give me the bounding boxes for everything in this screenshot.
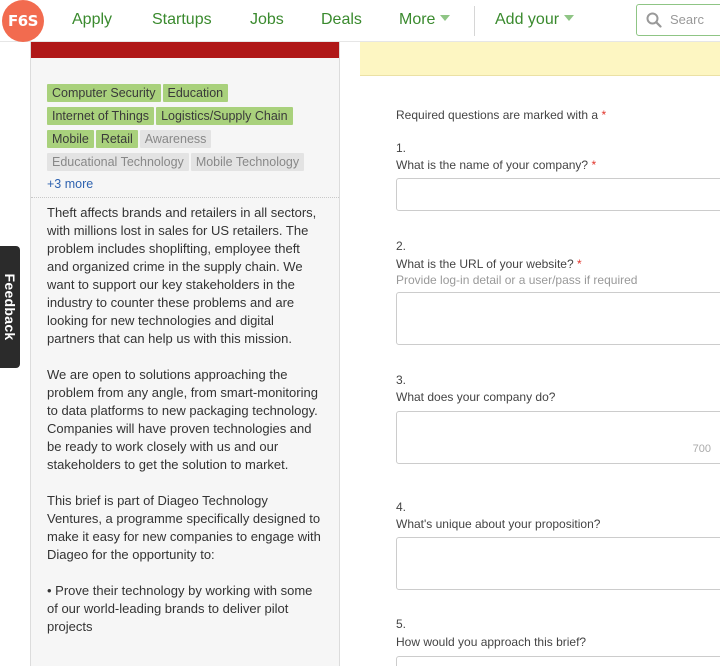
website-url-input[interactable] (396, 292, 720, 345)
question-number: 5. (396, 617, 407, 631)
tag[interactable]: Computer Security (47, 84, 161, 102)
unique-proposition-textarea[interactable] (396, 537, 720, 590)
question-number: 2. (396, 239, 407, 253)
brief-approach-textarea[interactable] (396, 656, 720, 666)
question-label: What is the name of your company? * (396, 158, 596, 172)
tag[interactable]: Logistics/Supply Chain (156, 107, 293, 125)
nav-divider (474, 6, 475, 36)
question-number: 1. (396, 141, 407, 155)
required-star: * (591, 158, 597, 172)
question-label-text: What is the name of your company? (396, 158, 589, 172)
brief-paragraph: This brief is part of Diageo Technology … (47, 493, 321, 562)
brief-header-bar (31, 42, 339, 58)
question-label: How would you approach this brief? (396, 635, 587, 649)
nav-add-your-label: Add your (495, 11, 560, 28)
search-input[interactable]: Searc (636, 4, 720, 36)
nav-more[interactable]: More (399, 11, 451, 29)
more-tags-link[interactable]: +3 more (47, 177, 325, 191)
tag[interactable]: Awareness (139, 130, 212, 148)
brief-description: Theft affects brands and retailers in al… (31, 198, 339, 636)
search-icon (646, 12, 662, 28)
company-name-input[interactable] (396, 178, 720, 211)
nav-startups[interactable]: Startups (152, 11, 212, 29)
question-label: What is the URL of your website? * (396, 257, 582, 271)
notice-bar (360, 42, 720, 76)
top-nav: F6S Apply Startups Jobs Deals More Add y… (0, 0, 720, 42)
question-label-text: What is the URL of your website? (396, 257, 574, 271)
nav-add-your[interactable]: Add your (495, 11, 575, 29)
brief-paragraph: Theft affects brands and retailers in al… (47, 205, 317, 346)
nav-jobs[interactable]: Jobs (250, 11, 284, 29)
chevron-down-icon (440, 15, 451, 21)
f6s-logo[interactable]: F6S (2, 0, 44, 42)
search-placeholder: Searc (670, 12, 704, 27)
brief-sidebar: Computer Security Education Internet of T… (30, 42, 340, 666)
question-number: 4. (396, 500, 407, 514)
tag-list: Computer Security Education Internet of T… (31, 58, 339, 191)
question-hint: Provide log-in detail or a user/pass if … (396, 273, 638, 287)
nav-apply[interactable]: Apply (72, 11, 112, 29)
brief-paragraph: We are open to solutions approaching the… (47, 367, 318, 472)
brief-paragraph: • Prove their technology by working with… (47, 583, 313, 634)
chevron-down-icon (564, 15, 575, 21)
feedback-tab[interactable]: Feedback (0, 246, 20, 368)
nav-more-label: More (399, 11, 436, 28)
required-star: * (601, 108, 607, 122)
feedback-label: Feedback (2, 273, 18, 341)
required-note-text: Required questions are marked with a (396, 108, 599, 122)
character-counter: 700 (692, 443, 711, 455)
tag[interactable]: Education (162, 84, 229, 102)
nav-deals[interactable]: Deals (321, 11, 362, 29)
company-description-textarea[interactable]: 700 (396, 411, 720, 464)
question-number: 3. (396, 373, 407, 387)
tag[interactable]: Internet of Things (47, 107, 155, 125)
question-label: What's unique about your proposition? (396, 517, 601, 531)
question-label: What does your company do? (396, 390, 556, 404)
tag[interactable]: Educational Technology (47, 153, 189, 171)
tag[interactable]: Mobile (47, 130, 94, 148)
required-note: Required questions are marked with a * (396, 108, 606, 122)
tag[interactable]: Mobile Technology (190, 153, 305, 171)
required-star: * (576, 257, 582, 271)
tag[interactable]: Retail (95, 130, 138, 148)
